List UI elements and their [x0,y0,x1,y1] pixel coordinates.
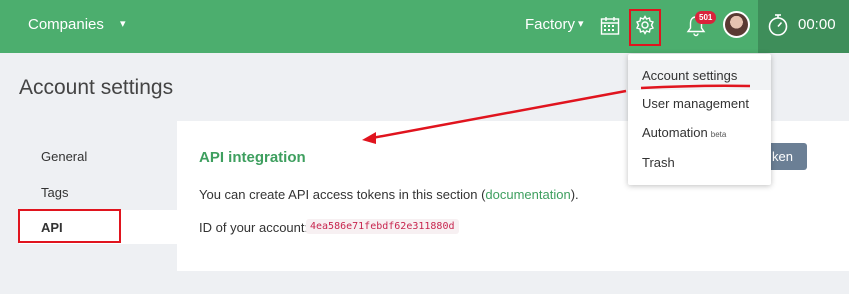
create-token-label: ken [772,149,793,164]
description: You can create API access tokens in this… [199,187,579,202]
sidebar-item-general[interactable]: General [41,149,87,164]
chevron-down-icon[interactable]: ▾ [120,17,126,30]
desc-prefix: You can create API access tokens in this… [199,187,486,202]
menu-item-user-management[interactable]: User management [642,96,749,111]
chevron-down-icon[interactable]: ▾ [578,17,584,30]
menu-item-trash[interactable]: Trash [642,155,675,170]
notification-badge[interactable]: 501 [695,11,717,24]
section-title: API integration [199,149,306,166]
top-navbar [0,0,849,53]
desc-suffix: ). [570,187,579,202]
timer-icon[interactable] [767,13,789,37]
menu-item-account-settings[interactable]: Account settings [642,68,737,83]
menu-item-automation[interactable]: Automation beta [642,125,726,140]
account-id-value: 4ea586e71febdf62e311880d [306,219,459,234]
beta-badge: beta [710,130,727,139]
automation-label: Automation [642,125,708,140]
avatar[interactable] [723,11,750,38]
timer-value[interactable]: 00:00 [798,16,836,33]
factory-menu[interactable]: Factory [525,16,575,33]
calendar-icon[interactable] [600,16,620,36]
settings-dropdown: Account settings User management Automat… [628,54,771,185]
sidebar-item-tags[interactable]: Tags [41,185,68,200]
documentation-link[interactable]: documentation [485,187,570,202]
page-title: Account settings [19,76,174,99]
api-highlight-box [18,209,121,243]
companies-menu[interactable]: Companies [28,16,104,33]
gear-icon[interactable] [635,15,655,35]
account-id-label: ID of your account: [199,220,309,235]
